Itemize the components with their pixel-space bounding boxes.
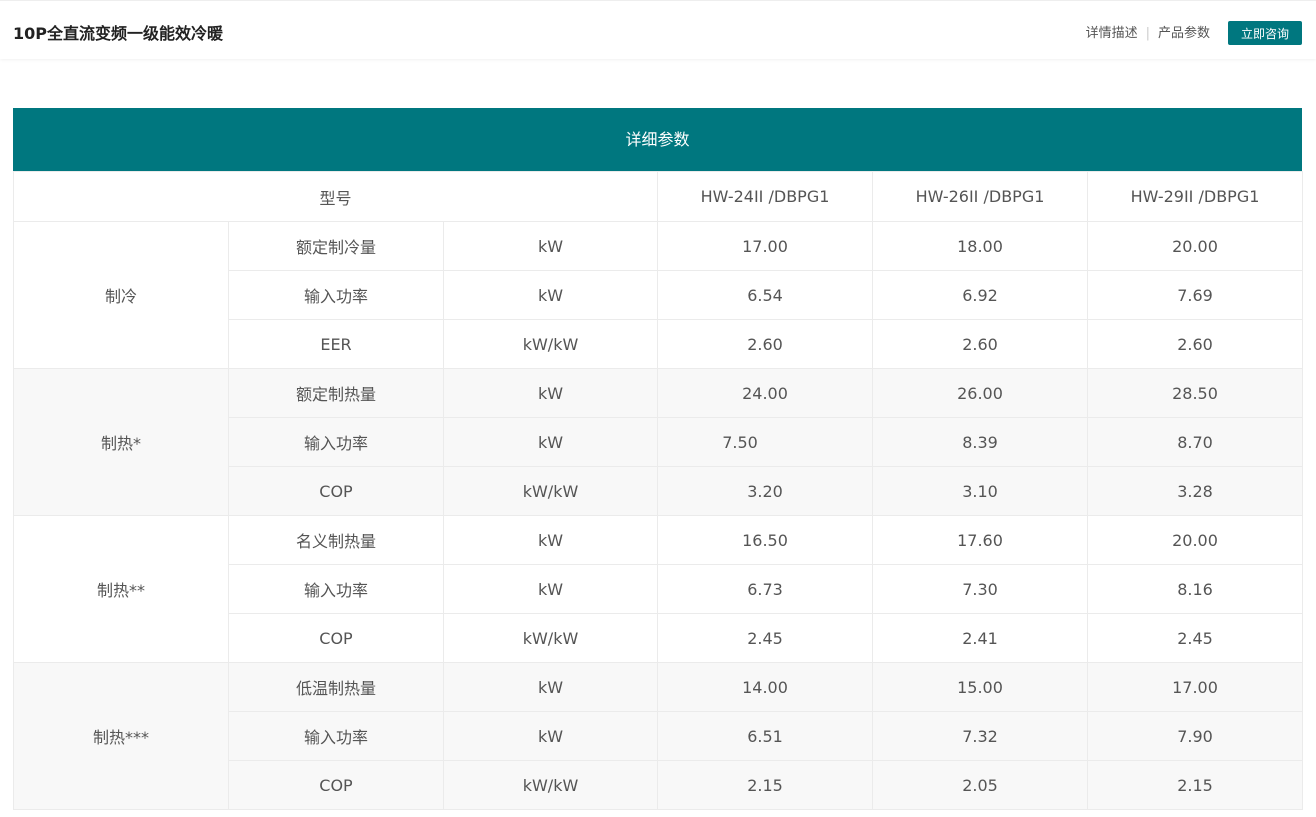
param-value: 14.00 xyxy=(657,662,874,712)
param-value: 2.45 xyxy=(657,613,874,663)
param-value: 7.69 xyxy=(1087,270,1304,320)
params-table: 型号 HW-24II /DBPG1 HW-26II /DBPG1 HW-29II… xyxy=(12,171,1304,810)
param-name: 名义制热量 xyxy=(228,515,444,565)
param-name: 输入功率 xyxy=(228,270,444,320)
param-value: 6.51 xyxy=(657,711,874,761)
param-value: 2.15 xyxy=(657,760,874,810)
param-unit: kW xyxy=(442,711,659,761)
model-row: 型号 HW-24II /DBPG1 HW-26II /DBPG1 HW-29II… xyxy=(12,171,1304,222)
param-unit: kW xyxy=(442,221,659,271)
param-value: 17.00 xyxy=(1087,662,1304,712)
param-name: 低温制热量 xyxy=(228,662,444,712)
param-unit: kW/kW xyxy=(442,760,659,810)
param-value: 3.20 xyxy=(657,466,874,516)
param-unit: kW xyxy=(442,368,659,418)
param-value: 28.50 xyxy=(1087,368,1304,418)
param-value: 2.05 xyxy=(872,760,1089,810)
table-title: 详细参数 xyxy=(13,108,1302,171)
param-unit: kW/kW xyxy=(442,613,659,663)
table-row: 制热** 名义制热量 kW 16.50 17.60 20.00 xyxy=(13,515,1304,663)
param-value: 7.30 xyxy=(872,564,1089,614)
param-unit: kW xyxy=(442,515,659,565)
param-value-cell: 7.50 xyxy=(657,417,874,467)
param-value: 26.00 xyxy=(872,368,1089,418)
table-row: 制冷 额定制冷量 kW 17.00 18.00 20.00 xyxy=(13,221,1304,369)
param-name: 额定制热量 xyxy=(228,368,444,418)
group-heating-1: 制热* 额定制热量 kW 24.00 26.00 28.50 输入功率 kW 7… xyxy=(13,368,1304,516)
param-value: 8.16 xyxy=(1087,564,1304,614)
nav-separator: | xyxy=(1145,26,1150,41)
param-value: 2.60 xyxy=(872,319,1089,369)
group-label: 制热* xyxy=(13,368,229,516)
param-value: 8.70 xyxy=(1087,417,1304,467)
table-row: 制热* 额定制热量 kW 24.00 26.00 28.50 xyxy=(13,368,1304,516)
param-value: 6.92 xyxy=(872,270,1089,320)
param-unit: kW xyxy=(442,662,659,712)
param-value: 20.00 xyxy=(1087,221,1304,271)
param-value: 2.45 xyxy=(1087,613,1304,663)
param-value: 3.28 xyxy=(1087,466,1304,516)
param-value: 2.41 xyxy=(872,613,1089,663)
group-label: 制热*** xyxy=(13,662,229,810)
param-value: 6.54 xyxy=(657,270,874,320)
param-value: 2.60 xyxy=(1087,319,1304,369)
param-value: 16.50 xyxy=(657,515,874,565)
param-name: EER xyxy=(228,319,444,369)
group-label: 制热** xyxy=(13,515,229,663)
param-value: 7.50 xyxy=(722,432,758,452)
page-title: 10P全直流变频一级能效冷暖 xyxy=(13,24,223,43)
nav-detail-description[interactable]: 详情描述 xyxy=(1086,26,1138,41)
param-value: 2.60 xyxy=(657,319,874,369)
param-name: 输入功率 xyxy=(228,417,444,467)
param-unit: kW/kW xyxy=(442,319,659,369)
param-value: 24.00 xyxy=(657,368,874,418)
group-cooling: 制冷 额定制冷量 kW 17.00 18.00 20.00 输入功率 kW 6.… xyxy=(13,221,1304,369)
group-heating-2: 制热** 名义制热量 kW 16.50 17.60 20.00 输入功率 kW … xyxy=(13,515,1304,663)
param-value: 2.15 xyxy=(1087,760,1304,810)
model-header: HW-24II /DBPG1 xyxy=(657,171,874,222)
top-nav: 详情描述 | 产品参数 xyxy=(1086,22,1210,41)
param-name: 额定制冷量 xyxy=(228,221,444,271)
top-bar: 10P全直流变频一级能效冷暖 详情描述 | 产品参数 立即咨询 xyxy=(0,0,1316,59)
param-name: COP xyxy=(228,760,444,810)
param-name: 输入功率 xyxy=(228,564,444,614)
model-header: HW-29II /DBPG1 xyxy=(1087,171,1304,222)
param-value: 6.73 xyxy=(657,564,874,614)
param-value: 17.00 xyxy=(657,221,874,271)
param-value: 15.00 xyxy=(872,662,1089,712)
param-value: 8.39 xyxy=(872,417,1089,467)
group-label: 制冷 xyxy=(13,221,229,369)
param-unit: kW xyxy=(442,417,659,467)
params-table-container: 详细参数 型号 HW-24II /DBPG1 HW-26II /DBPG1 HW… xyxy=(12,108,1304,810)
param-unit: kW/kW xyxy=(442,466,659,516)
model-label: 型号 xyxy=(12,171,659,222)
param-value: 17.60 xyxy=(872,515,1089,565)
param-value: 20.00 xyxy=(1087,515,1304,565)
consult-button[interactable]: 立即咨询 xyxy=(1228,21,1302,45)
param-value: 3.10 xyxy=(872,466,1089,516)
nav-product-params[interactable]: 产品参数 xyxy=(1158,26,1210,41)
model-header: HW-26II /DBPG1 xyxy=(872,171,1089,222)
param-unit: kW xyxy=(442,564,659,614)
param-value: 7.90 xyxy=(1087,711,1304,761)
param-value: 7.32 xyxy=(872,711,1089,761)
param-value: 18.00 xyxy=(872,221,1089,271)
group-heating-3: 制热*** 低温制热量 kW 14.00 15.00 17.00 输入功率 kW… xyxy=(13,662,1304,810)
param-name: COP xyxy=(228,613,444,663)
param-name: 输入功率 xyxy=(228,711,444,761)
table-row: 制热*** 低温制热量 kW 14.00 15.00 17.00 xyxy=(13,662,1304,810)
param-unit: kW xyxy=(442,270,659,320)
param-name: COP xyxy=(228,466,444,516)
